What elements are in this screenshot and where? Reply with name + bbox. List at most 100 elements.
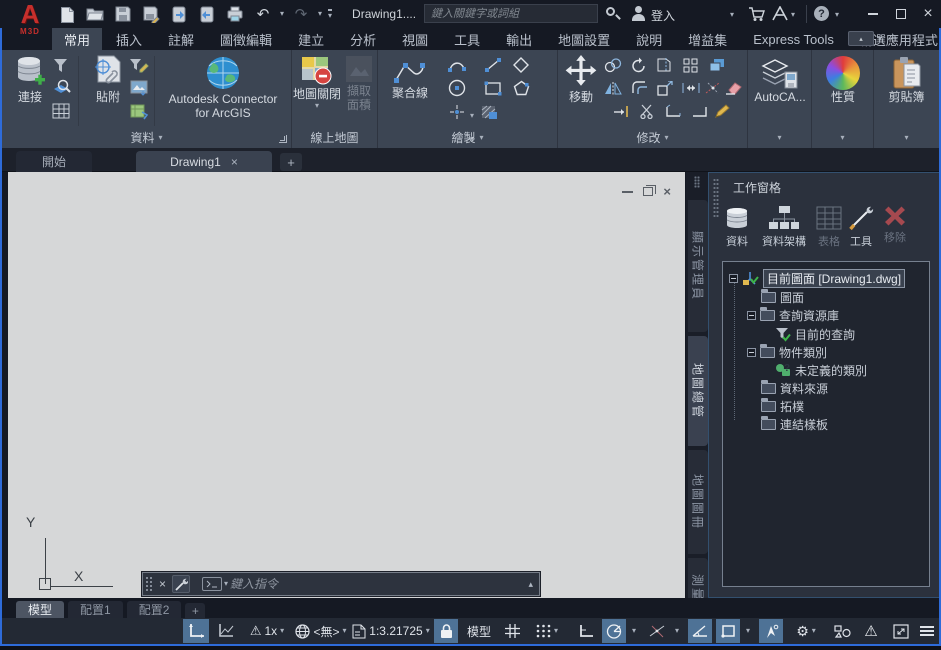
app-logo[interactable]: A M3D: [8, 1, 52, 48]
tab-layout1[interactable]: 配置1: [68, 601, 123, 618]
connect-button[interactable]: 連接: [8, 54, 52, 104]
command-line-grip[interactable]: [145, 576, 153, 592]
command-line[interactable]: × ▾ ▴: [142, 572, 540, 596]
undo-dropdown[interactable]: ▾: [280, 10, 284, 18]
properties-panel-dropdown[interactable]: ▾: [812, 130, 873, 145]
tab-model[interactable]: 模型: [16, 601, 64, 618]
help-button[interactable]: ?: [814, 6, 829, 21]
hatch-button[interactable]: [478, 102, 500, 122]
table-button[interactable]: [50, 101, 72, 121]
drawing-canvas[interactable]: × Y X × ▾ ▴: [8, 172, 685, 598]
redo-dropdown[interactable]: ▾: [318, 10, 322, 18]
tab-map-book[interactable]: 地圖圖冊: [688, 450, 708, 554]
open-file-button[interactable]: [84, 3, 106, 25]
sign-in-button[interactable]: 登入: [651, 7, 675, 24]
ribbon-display-control[interactable]: ▴ ▾: [848, 31, 882, 46]
scale-button[interactable]: [654, 78, 676, 98]
vertical-exaggeration-control[interactable]: ⚠ 1x ▾: [244, 619, 290, 643]
tab-map-setup[interactable]: 地圖設置: [546, 28, 622, 50]
tab-help[interactable]: 說明: [624, 28, 674, 50]
redo-button[interactable]: ↷: [290, 3, 312, 25]
rhombus-button[interactable]: [510, 55, 532, 75]
panel-autocad[interactable]: AutoCA... ▾: [748, 50, 812, 148]
viewport-lock-toggle[interactable]: [434, 619, 458, 643]
rotate-button[interactable]: [628, 55, 650, 75]
object-snap-tracking-toggle[interactable]: [645, 619, 669, 643]
autocad-panel-dropdown[interactable]: ▾: [748, 130, 811, 145]
erase-button[interactable]: [722, 78, 744, 98]
attach-button[interactable]: 貼附: [86, 54, 130, 104]
save-to-mobile-button[interactable]: [196, 3, 218, 25]
tree-item-drawings[interactable]: 圖面: [761, 289, 804, 305]
sign-in-dropdown[interactable]: ▾: [730, 11, 734, 19]
clean-screen-button[interactable]: [888, 619, 914, 643]
ribbon-minimize-dropdown[interactable]: ▾: [878, 35, 882, 43]
chamfer-button[interactable]: [688, 101, 710, 121]
tab-view[interactable]: 視圖: [390, 28, 440, 50]
otrack-dropdown[interactable]: ▾: [670, 619, 684, 643]
grid-display-toggle[interactable]: [500, 619, 524, 643]
selection-cycling-toggle[interactable]: [759, 619, 783, 643]
clipboard-panel-button[interactable]: 剪貼簿: [876, 56, 937, 104]
data-dialog-launcher[interactable]: [277, 133, 287, 143]
trim-button[interactable]: [636, 101, 658, 121]
drawing-grid-toggle[interactable]: [212, 619, 238, 643]
edit-polyline-button[interactable]: [712, 101, 734, 121]
tab-analyze[interactable]: 分析: [338, 28, 388, 50]
tab-create[interactable]: 建立: [286, 28, 336, 50]
copy-objects-button[interactable]: [706, 55, 728, 75]
tab-layout2[interactable]: 配置2: [127, 601, 182, 618]
customization-gear-control[interactable]: ⚙ ▾: [787, 619, 825, 643]
tree-item-link-templates[interactable]: 連結樣板: [761, 416, 828, 432]
copy-button[interactable]: [602, 55, 624, 75]
new-file-button[interactable]: [56, 3, 78, 25]
tree-item-topologies[interactable]: 拓樸: [761, 398, 804, 414]
tree-item-data-sources[interactable]: 資料來源: [761, 380, 828, 396]
search-data-button[interactable]: [50, 78, 72, 98]
qat-customize-button[interactable]: ▾: [328, 9, 332, 20]
tab-express-tools[interactable]: Express Tools: [741, 28, 846, 50]
insert-image-button[interactable]: [128, 78, 150, 98]
tab-insert[interactable]: 插入: [104, 28, 154, 50]
import-map-button[interactable]: [128, 101, 150, 121]
model-axes-toggle[interactable]: [183, 619, 209, 643]
open-from-mobile-button[interactable]: [168, 3, 190, 25]
help-dropdown[interactable]: ▾: [835, 11, 839, 19]
save-button[interactable]: [112, 3, 134, 25]
panel-label-data[interactable]: 資料 ▾: [2, 130, 291, 145]
array-button[interactable]: [680, 55, 702, 75]
stretch-button[interactable]: [680, 78, 702, 98]
panel-label-modify[interactable]: 修改 ▾: [558, 130, 747, 145]
tab-start[interactable]: 開始: [16, 151, 92, 172]
panel-properties[interactable]: 性質 ▾: [812, 50, 874, 148]
tree-item-current-query[interactable]: 目前的查詢: [775, 326, 855, 342]
polar-dropdown[interactable]: ▾: [627, 619, 641, 643]
autocad-panel-button[interactable]: AutoCA...: [750, 56, 810, 104]
tab-output[interactable]: 輸出: [494, 28, 544, 50]
maximize-button[interactable]: [888, 0, 914, 28]
panel-clipboard[interactable]: 剪貼簿 ▾: [874, 50, 939, 148]
tab-display-manager[interactable]: 顯示管理員: [688, 200, 708, 332]
coordinate-system-control[interactable]: <無> ▾: [294, 619, 348, 643]
isolate-objects-button[interactable]: [829, 619, 855, 643]
tab-annotate[interactable]: 註解: [156, 28, 206, 50]
tab-drawing1[interactable]: Drawing1 ×: [136, 151, 272, 172]
minimize-button[interactable]: [860, 0, 886, 28]
autodesk-dropdown[interactable]: ▾: [791, 11, 795, 19]
autodesk-account-button[interactable]: [772, 6, 788, 24]
map-close-button[interactable]: 地圖關閉 ▾: [294, 54, 340, 110]
drawing-close-icon[interactable]: ×: [663, 185, 671, 198]
panel-label-draw[interactable]: 繪製 ▾: [378, 130, 557, 145]
measure-button[interactable]: [702, 78, 724, 98]
tree-item-object-classes[interactable]: 物件類別: [747, 344, 827, 360]
isodraft-toggle[interactable]: [688, 619, 712, 643]
arc-button[interactable]: [446, 55, 468, 75]
point-button[interactable]: [446, 102, 468, 122]
command-prompt-icon[interactable]: [202, 577, 222, 591]
plot-button[interactable]: [224, 3, 246, 25]
close-button[interactable]: ×: [915, 0, 941, 28]
polar-tracking-toggle[interactable]: [602, 619, 626, 643]
object-snap-toggle[interactable]: [716, 619, 740, 643]
tab-map-explorer[interactable]: 地圖總管: [688, 336, 708, 446]
fillet-button[interactable]: [662, 101, 684, 121]
